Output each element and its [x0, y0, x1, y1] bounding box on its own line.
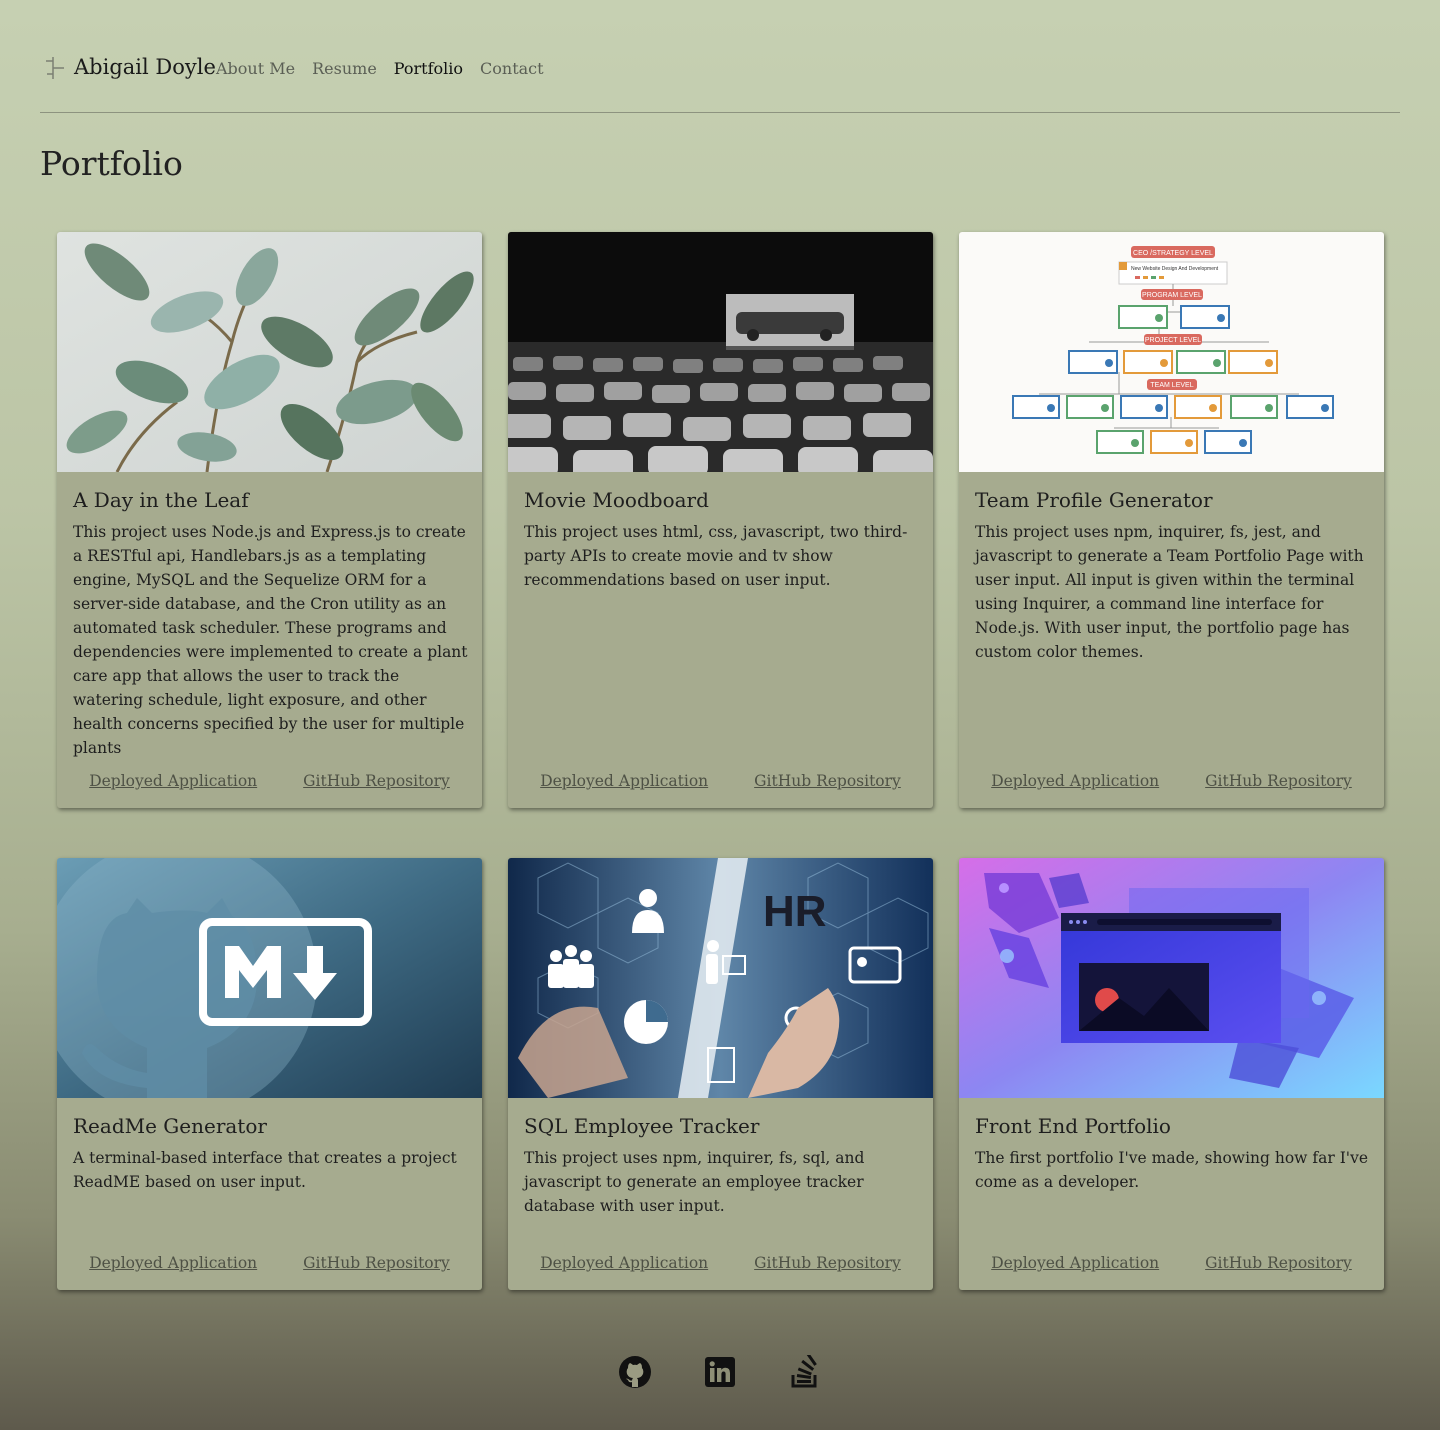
org-program-label: PROGRAM LEVEL: [1142, 292, 1202, 299]
deployed-application-link[interactable]: Deployed Application: [991, 772, 1159, 790]
github-repository-link[interactable]: GitHub Repository: [303, 1254, 450, 1272]
project-description: This project uses npm, inquirer, fs, jes…: [975, 523, 1364, 661]
project-links: Deployed Application GitHub Repository: [959, 772, 1384, 790]
project-image-markdown: [57, 858, 482, 1098]
org-root-label: New Website Design And Development: [1131, 266, 1219, 272]
deployed-application-link[interactable]: Deployed Application: [89, 1254, 257, 1272]
github-repository-link[interactable]: GitHub Repository: [303, 772, 450, 790]
project-links: Deployed Application GitHub Repository: [57, 1254, 482, 1272]
project-title: SQL Employee Tracker: [524, 1114, 760, 1138]
project-description: This project uses html, css, javascript,…: [524, 523, 908, 589]
deployed-application-link[interactable]: Deployed Application: [89, 772, 257, 790]
deployed-application-link[interactable]: Deployed Application: [540, 1254, 708, 1272]
nav-contact[interactable]: Contact: [480, 59, 544, 78]
github-repository-link[interactable]: GitHub Repository: [1205, 1254, 1352, 1272]
nav-portfolio[interactable]: Portfolio: [394, 59, 463, 78]
project-links: Deployed Application GitHub Repository: [508, 772, 933, 790]
project-image-hr: HR: [508, 858, 933, 1098]
project-title: Front End Portfolio: [975, 1114, 1171, 1138]
project-description: This project uses npm, inquirer, fs, sql…: [524, 1149, 865, 1215]
project-description: The first portfolio I've made, showing h…: [975, 1149, 1369, 1191]
project-image-drive-in: [508, 232, 933, 472]
project-card: ReadMe Generator A terminal-based interf…: [57, 858, 482, 1290]
stackoverflow-icon[interactable]: [788, 1352, 823, 1392]
project-title: Movie Moodboard: [524, 488, 709, 512]
org-project-label: PROJECT LEVEL: [1145, 337, 1201, 344]
project-links: Deployed Application GitHub Repository: [959, 1254, 1384, 1272]
project-card: Front End Portfolio The first portfolio …: [959, 858, 1384, 1290]
main-nav: About Me Resume Portfolio Contact: [216, 59, 544, 78]
github-repository-link[interactable]: GitHub Repository: [1205, 772, 1352, 790]
nav-resume[interactable]: Resume: [312, 59, 377, 78]
project-links: Deployed Application GitHub Repository: [508, 1254, 933, 1272]
org-team-label: TEAM LEVEL: [1150, 382, 1193, 389]
page-title: Portfolio: [40, 144, 183, 183]
signpost-logo-icon: [46, 57, 64, 79]
project-image-org-chart: CEO /STRATEGY LEVEL New Website Design A…: [959, 232, 1384, 472]
project-description: This project uses Node.js and Express.js…: [73, 523, 468, 757]
project-title: ReadMe Generator: [73, 1114, 267, 1138]
site-header: [40, 0, 1400, 113]
org-ceo-label: CEO /STRATEGY LEVEL: [1133, 250, 1213, 257]
project-image-browser: [959, 858, 1384, 1098]
hr-text: HR: [763, 887, 827, 936]
github-icon[interactable]: [618, 1352, 653, 1392]
project-card: Movie Moodboard This project uses html, …: [508, 232, 933, 808]
project-links: Deployed Application GitHub Repository: [57, 772, 482, 790]
github-repository-link[interactable]: GitHub Repository: [754, 772, 901, 790]
linkedin-icon[interactable]: [703, 1352, 738, 1392]
project-card: HR SQL Employee Tracker This project use…: [508, 858, 933, 1290]
project-title: A Day in the Leaf: [73, 488, 249, 512]
project-card: A Day in the Leaf This project uses Node…: [57, 232, 482, 808]
nav-about[interactable]: About Me: [216, 59, 295, 78]
deployed-application-link[interactable]: Deployed Application: [540, 772, 708, 790]
project-image-plant: [57, 232, 482, 472]
brand-name[interactable]: Abigail Doyle: [74, 55, 216, 79]
deployed-application-link[interactable]: Deployed Application: [991, 1254, 1159, 1272]
project-description: A terminal-based interface that creates …: [73, 1149, 457, 1191]
github-repository-link[interactable]: GitHub Repository: [754, 1254, 901, 1272]
social-links: [0, 1352, 1440, 1392]
project-title: Team Profile Generator: [975, 488, 1213, 512]
project-card: CEO /STRATEGY LEVEL New Website Design A…: [959, 232, 1384, 808]
